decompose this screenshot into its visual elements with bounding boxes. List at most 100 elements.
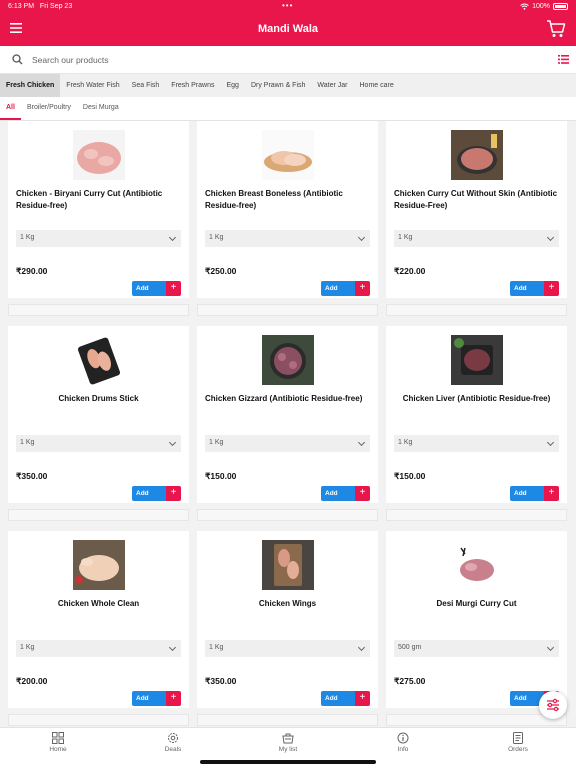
- product-image: [73, 540, 125, 590]
- wifi-icon: [520, 3, 529, 10]
- add-to-cart-button[interactable]: Add+: [321, 486, 370, 501]
- home-indicator[interactable]: [200, 760, 376, 764]
- nav-my-list[interactable]: My list: [258, 732, 318, 753]
- card-footer-strip: [8, 509, 189, 521]
- product-card[interactable]: Chicken Wings 1 Kg ₹350.00 Add +: [197, 531, 378, 708]
- product-image: [73, 130, 125, 180]
- list-view-icon[interactable]: [558, 55, 569, 64]
- add-to-cart-button[interactable]: Add+: [321, 281, 370, 296]
- product-card[interactable]: Chicken Curry Cut Without Skin (Antibiot…: [386, 121, 567, 298]
- subtab-broiler-poultry[interactable]: Broiler/Poultry: [21, 97, 77, 120]
- quantity-value: 1 Kg: [398, 439, 413, 446]
- quantity-value: 1 Kg: [209, 644, 224, 651]
- product-price: ₹150.00: [394, 471, 426, 481]
- product-image: [262, 335, 314, 385]
- orders-icon: [513, 732, 523, 744]
- add-label: Add: [132, 486, 166, 501]
- multitasking-dots[interactable]: •••: [282, 1, 293, 10]
- product-name[interactable]: Chicken Gizzard (Antibiotic Residue-free…: [205, 393, 370, 405]
- quantity-select[interactable]: 1 Kg: [16, 640, 181, 657]
- quantity-select[interactable]: 1 Kg: [205, 435, 370, 452]
- product-price: ₹350.00: [16, 471, 48, 481]
- chevron-down-icon: [168, 233, 177, 242]
- product-card[interactable]: Desi Murgi Curry Cut 500 gm ₹275.00 Add+: [386, 531, 567, 708]
- cart-icon[interactable]: [546, 19, 566, 39]
- product-card[interactable]: Chicken Drums Stick 1 Kg ₹350.00 Add +: [8, 326, 189, 503]
- product-name[interactable]: Chicken Drums Stick: [16, 393, 181, 405]
- add-label: Add: [321, 281, 355, 296]
- subcategory-tabs: All Broiler/Poultry Desi Murga: [0, 97, 576, 121]
- plus-icon: +: [166, 691, 181, 706]
- quantity-select[interactable]: 1 Kg: [16, 435, 181, 452]
- card-footer-strip: [386, 509, 567, 521]
- deals-gear-icon: [168, 733, 178, 743]
- add-to-cart-button[interactable]: Add+: [510, 486, 559, 501]
- add-to-cart-button[interactable]: Add+: [321, 691, 370, 706]
- tab-fresh-prawns[interactable]: Fresh Prawns: [165, 74, 220, 97]
- plus-icon: +: [355, 486, 370, 501]
- tab-fresh-water-fish[interactable]: Fresh Water Fish: [60, 74, 125, 97]
- product-card[interactable]: Chicken Liver (Antibiotic Residue-free) …: [386, 326, 567, 503]
- add-to-cart-button[interactable]: Add+: [132, 486, 181, 501]
- search-icon: [12, 54, 23, 65]
- product-name[interactable]: Chicken Curry Cut Without Skin (Antibiot…: [394, 188, 559, 211]
- add-to-cart-button[interactable]: Add+: [132, 691, 181, 706]
- nav-home-label: Home: [49, 746, 67, 753]
- quantity-select[interactable]: 1 Kg: [394, 230, 559, 247]
- product-name[interactable]: Chicken Liver (Antibiotic Residue-free): [394, 393, 559, 405]
- quantity-value: 1 Kg: [209, 439, 224, 446]
- tab-fresh-chicken[interactable]: Fresh Chicken: [0, 74, 61, 97]
- product-name[interactable]: Desi Murgi Curry Cut: [394, 598, 559, 610]
- add-label: Add: [321, 691, 355, 706]
- product-price: ₹200.00: [16, 676, 48, 686]
- product-card[interactable]: Chicken - Biryani Curry Cut (Antibiotic …: [8, 121, 189, 298]
- product-image: [73, 335, 125, 385]
- info-icon: [397, 732, 409, 744]
- search-bar[interactable]: Search our products: [0, 46, 576, 74]
- filter-button[interactable]: [539, 691, 567, 719]
- product-price: ₹250.00: [205, 266, 237, 276]
- battery-icon: [553, 3, 568, 10]
- subtab-all[interactable]: All: [0, 97, 21, 120]
- add-label: Add: [510, 486, 544, 501]
- quantity-value: 1 Kg: [20, 644, 35, 651]
- nav-home[interactable]: Home: [28, 732, 88, 753]
- add-label: Add: [132, 281, 166, 296]
- product-price: ₹275.00: [394, 676, 426, 686]
- product-name[interactable]: Chicken Wings: [205, 598, 370, 610]
- product-image: [451, 540, 503, 590]
- tab-dry-prawn-fish[interactable]: Dry Prawn & Fish: [245, 74, 311, 97]
- add-to-cart-button[interactable]: Add+: [510, 281, 559, 296]
- search-placeholder[interactable]: Search our products: [32, 55, 109, 65]
- chevron-down-icon: [168, 438, 177, 447]
- product-image: [262, 540, 314, 590]
- add-label: Add: [132, 691, 166, 706]
- chevron-down-icon: [546, 643, 555, 652]
- card-footer-strip: [8, 304, 189, 316]
- quantity-select[interactable]: 1 Kg: [205, 230, 370, 247]
- quantity-select[interactable]: 1 Kg: [394, 435, 559, 452]
- product-price: ₹150.00: [205, 471, 237, 481]
- product-card[interactable]: Chicken Breast Boneless (Antibiotic Resi…: [197, 121, 378, 298]
- nav-deals-label: Deals: [164, 746, 182, 753]
- tab-egg[interactable]: Egg: [220, 74, 244, 97]
- nav-deals[interactable]: Deals: [143, 732, 203, 753]
- tab-water-jar[interactable]: Water Jar: [311, 74, 353, 97]
- nav-info[interactable]: Info: [373, 732, 433, 753]
- subtab-desi-murga[interactable]: Desi Murga: [77, 97, 125, 120]
- status-right: 100%: [520, 3, 568, 10]
- card-footer-strip: [197, 509, 378, 521]
- tab-sea-fish[interactable]: Sea Fish: [126, 74, 166, 97]
- add-to-cart-button[interactable]: Add+: [132, 281, 181, 296]
- app-bar: Mandi Wala: [0, 14, 576, 46]
- nav-orders[interactable]: Orders: [488, 732, 548, 753]
- product-card[interactable]: Chicken Gizzard (Antibiotic Residue-free…: [197, 326, 378, 503]
- product-name[interactable]: Chicken Whole Clean: [16, 598, 181, 610]
- tab-home-care[interactable]: Home care: [354, 74, 400, 97]
- product-name[interactable]: Chicken - Biryani Curry Cut (Antibiotic …: [16, 188, 181, 211]
- product-card[interactable]: Chicken Whole Clean 1 Kg ₹200.00 Add +: [8, 531, 189, 708]
- quantity-select[interactable]: 500 gm: [394, 640, 559, 657]
- quantity-select[interactable]: 1 Kg: [16, 230, 181, 247]
- product-name[interactable]: Chicken Breast Boneless (Antibiotic Resi…: [205, 188, 370, 211]
- quantity-select[interactable]: 1 Kg: [205, 640, 370, 657]
